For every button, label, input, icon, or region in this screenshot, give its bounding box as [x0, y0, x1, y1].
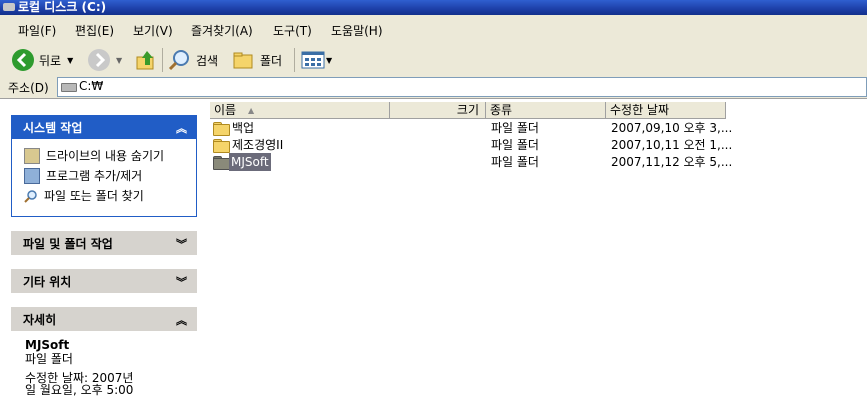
search-icon — [168, 50, 189, 71]
expand-icon[interactable]: ︾ — [176, 274, 187, 290]
system-tasks-header[interactable]: 시스템 작업 ︽ — [11, 115, 197, 139]
collapse-icon[interactable]: ︽ — [176, 312, 187, 328]
toolbar-separator-2 — [294, 48, 295, 72]
menu-bar: 파일(F) 편집(E) 보기(V) 즐겨찾기(A) 도구(T) 도움말(H) — [0, 15, 867, 44]
forward-dropdown-icon[interactable]: ▼ — [116, 56, 122, 65]
details-title: 자세히 — [23, 312, 57, 327]
file-row-selected[interactable]: MJSoft 파일 폴더 2007,11,12 오후 5,... — [210, 153, 867, 171]
toolbar-separator — [162, 48, 163, 72]
details-header[interactable]: 자세히 ︽ — [11, 307, 197, 331]
folder-icon — [213, 139, 230, 153]
file-folder-tasks-header[interactable]: 파일 및 폴더 작업 ︾ — [11, 231, 197, 255]
task-label: 프로그램 추가/제거 — [46, 169, 143, 183]
file-modified: 2007,10,11 오전 1,... — [611, 138, 733, 152]
expand-icon[interactable]: ︾ — [176, 236, 187, 252]
menu-edit[interactable]: 편집(E) — [75, 22, 114, 39]
views-icon — [301, 51, 325, 69]
views-button[interactable]: ▼ — [301, 47, 332, 73]
column-modified-label: 수정한 날짜 — [610, 103, 670, 117]
address-bar: 주소(D) C:₩ — [0, 76, 867, 99]
task-pane: 시스템 작업 ︽ 드라이브의 내용 숨기기 프로그램 추가/제거 파일 또는 폴… — [0, 99, 210, 415]
sort-ascending-icon: ▲ — [248, 106, 255, 115]
collapse-icon[interactable]: ︽ — [176, 120, 187, 136]
search-icon — [24, 189, 37, 203]
column-header-name[interactable]: 이름 ▲ — [210, 102, 390, 119]
file-row[interactable]: 백업 파일 폴더 2007,09,10 오후 3,... — [210, 119, 867, 137]
task-hide-drive-contents[interactable]: 드라이브의 내용 숨기기 — [24, 147, 164, 164]
folder-icon — [213, 122, 230, 136]
task-label: 드라이브의 내용 숨기기 — [46, 149, 165, 163]
search-button[interactable]: 검색 — [168, 47, 218, 73]
file-name: 백업 — [232, 121, 255, 135]
forward-button[interactable]: ▼ — [88, 47, 122, 73]
system-tasks-body: 드라이브의 내용 숨기기 프로그램 추가/제거 파일 또는 폴더 찾기 — [11, 139, 197, 217]
menu-tools[interactable]: 도구(T) — [273, 22, 312, 39]
menu-file[interactable]: 파일(F) — [18, 22, 56, 39]
file-folder-tasks-title: 파일 및 폴더 작업 — [23, 236, 113, 251]
back-arrow-icon — [12, 49, 34, 71]
title-bar: 로컬 디스크 (C:) — [0, 0, 867, 15]
task-search-files[interactable]: 파일 또는 폴더 찾기 — [24, 187, 144, 204]
column-name-label: 이름 — [214, 103, 237, 117]
menu-view[interactable]: 보기(V) — [133, 22, 173, 39]
details-body: MJSoft 파일 폴더 수정한 날짜: 2007년 일 월요일, 오후 5:0… — [11, 331, 197, 401]
menu-help[interactable]: 도움말(H) — [331, 22, 383, 39]
drive-icon — [61, 83, 77, 92]
address-label: 주소(D) — [8, 81, 49, 95]
file-modified: 2007,09,10 오후 3,... — [611, 121, 733, 135]
search-label: 검색 — [196, 53, 219, 68]
details-type: 파일 폴더 — [25, 352, 73, 366]
details-modified-2: 일 월요일, 오후 5:00 — [25, 383, 134, 397]
column-size-label: 크기 — [456, 103, 479, 117]
file-type: 파일 폴더 — [491, 138, 539, 152]
column-header-modified[interactable]: 수정한 날짜 — [606, 102, 726, 119]
back-dropdown-icon[interactable]: ▼ — [67, 56, 73, 65]
up-folder-button[interactable] — [135, 47, 157, 73]
file-modified: 2007,11,12 오후 5,... — [611, 155, 733, 169]
forward-arrow-icon — [88, 49, 110, 71]
folders-button[interactable]: 폴더 — [232, 47, 282, 73]
back-label: 뒤로 — [39, 53, 62, 68]
task-label: 파일 또는 폴더 찾기 — [44, 189, 144, 203]
folders-icon — [233, 52, 253, 69]
address-field[interactable]: C:₩ — [57, 77, 867, 97]
task-add-remove-programs[interactable]: 프로그램 추가/제거 — [24, 167, 142, 184]
views-dropdown-icon[interactable]: ▼ — [326, 56, 332, 65]
back-button[interactable]: 뒤로 ▼ — [12, 47, 73, 73]
add-remove-programs-icon — [24, 167, 40, 184]
other-places-title: 기타 위치 — [23, 274, 72, 289]
address-value: C:₩ — [79, 79, 104, 93]
folders-label: 폴더 — [260, 53, 283, 68]
file-type: 파일 폴더 — [491, 121, 539, 135]
system-tasks-title: 시스템 작업 — [23, 120, 83, 135]
folder-icon — [213, 156, 230, 170]
up-folder-icon — [136, 51, 154, 70]
hide-contents-icon — [24, 147, 40, 164]
drive-icon — [3, 3, 15, 11]
file-row[interactable]: 제조경영II 파일 폴더 2007,10,11 오전 1,... — [210, 136, 867, 154]
column-header-size[interactable]: 크기 — [390, 102, 486, 119]
file-name: MJSoft — [229, 153, 271, 171]
menu-favorites[interactable]: 즐겨찾기(A) — [191, 22, 253, 39]
other-places-header[interactable]: 기타 위치 ︾ — [11, 269, 197, 293]
toolbar: 뒤로 ▼ ▼ 검색 폴더 ▼ — [0, 43, 867, 77]
column-header-type[interactable]: 종류 — [486, 102, 606, 119]
column-type-label: 종류 — [490, 103, 513, 117]
file-type: 파일 폴더 — [491, 155, 539, 169]
file-name: 제조경영II — [232, 138, 284, 152]
window-title: 로컬 디스크 (C:) — [18, 0, 107, 14]
file-list: 이름 ▲ 크기 종류 수정한 날짜 백업 파일 폴더 2007,09,10 오후… — [210, 99, 867, 415]
